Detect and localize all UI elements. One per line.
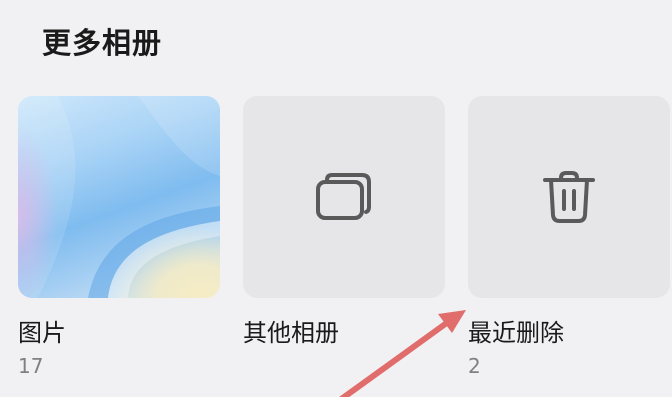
wallpaper-swirl-image — [18, 96, 220, 298]
album-thumbnail-photo[interactable] — [18, 96, 220, 298]
trash-icon — [543, 171, 595, 223]
album-name: 最近删除 — [468, 319, 564, 347]
album-recently-deleted[interactable]: 最近删除 2 — [468, 96, 670, 378]
album-count: 2 — [468, 354, 481, 378]
album-count: 17 — [18, 354, 44, 378]
album-pictures[interactable]: 图片 17 — [18, 96, 220, 378]
album-thumbnail-other[interactable] — [243, 96, 445, 298]
album-other-albums[interactable]: 其他相册 — [243, 96, 445, 354]
album-name: 其他相册 — [243, 319, 339, 347]
section-title: 更多相册 — [42, 26, 163, 60]
album-thumbnail-recently-deleted[interactable] — [468, 96, 670, 298]
more-albums-screen: 更多相册 图片 17 其他相册 最近删除 2 — [0, 0, 672, 397]
albums-stack-icon — [316, 173, 371, 220]
album-name: 图片 — [18, 319, 66, 347]
